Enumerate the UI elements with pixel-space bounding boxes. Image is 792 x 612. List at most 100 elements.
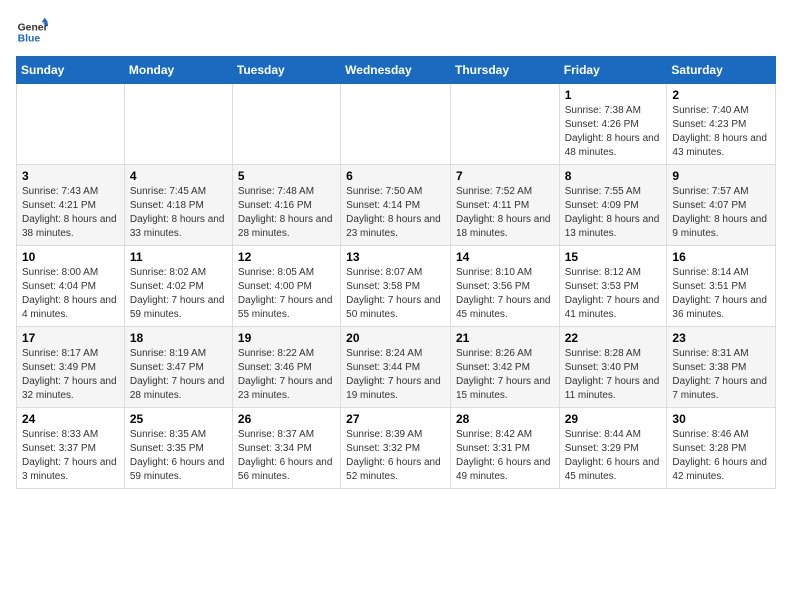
calendar-row-3: 10 Sunrise: 8:00 AMSunset: 4:04 PMDayligh… xyxy=(17,246,776,327)
calendar-table: Sunday Monday Tuesday Wednesday Thursday… xyxy=(16,56,776,489)
calendar-cell xyxy=(124,84,232,165)
calendar-cell: 27 Sunrise: 8:39 AMSunset: 3:32 PMDayligh… xyxy=(341,408,451,489)
calendar-cell: 10 Sunrise: 8:00 AMSunset: 4:04 PMDayligh… xyxy=(17,246,125,327)
header-tuesday: Tuesday xyxy=(232,57,340,84)
day-info: Sunrise: 8:24 AMSunset: 3:44 PMDaylight:… xyxy=(346,347,445,403)
day-number: 30 xyxy=(672,412,770,426)
day-number: 6 xyxy=(346,169,445,183)
logo-icon: General Blue xyxy=(16,16,48,48)
day-number: 7 xyxy=(456,169,554,183)
day-info: Sunrise: 8:37 AMSunset: 3:34 PMDaylight:… xyxy=(238,428,335,484)
day-number: 24 xyxy=(22,412,119,426)
day-number: 13 xyxy=(346,250,445,264)
day-info: Sunrise: 7:57 AMSunset: 4:07 PMDaylight:… xyxy=(672,185,770,241)
calendar-cell xyxy=(341,84,451,165)
day-number: 18 xyxy=(130,331,227,345)
day-info: Sunrise: 8:14 AMSunset: 3:51 PMDaylight:… xyxy=(672,266,770,322)
calendar-cell: 29 Sunrise: 8:44 AMSunset: 3:29 PMDayligh… xyxy=(559,408,667,489)
day-info: Sunrise: 8:44 AMSunset: 3:29 PMDaylight:… xyxy=(565,428,662,484)
day-number: 22 xyxy=(565,331,662,345)
header-monday: Monday xyxy=(124,57,232,84)
calendar-cell xyxy=(450,84,559,165)
day-info: Sunrise: 8:26 AMSunset: 3:42 PMDaylight:… xyxy=(456,347,554,403)
day-info: Sunrise: 7:50 AMSunset: 4:14 PMDaylight:… xyxy=(346,185,445,241)
calendar-cell: 11 Sunrise: 8:02 AMSunset: 4:02 PMDayligh… xyxy=(124,246,232,327)
calendar-row-2: 3 Sunrise: 7:43 AMSunset: 4:21 PMDaylight… xyxy=(17,165,776,246)
day-info: Sunrise: 8:10 AMSunset: 3:56 PMDaylight:… xyxy=(456,266,554,322)
day-info: Sunrise: 8:07 AMSunset: 3:58 PMDaylight:… xyxy=(346,266,445,322)
day-info: Sunrise: 7:43 AMSunset: 4:21 PMDaylight:… xyxy=(22,185,119,241)
header-saturday: Saturday xyxy=(667,57,776,84)
calendar-row-5: 24Sunrise: 8:33 AMSunset: 3:37 PMDayligh… xyxy=(17,408,776,489)
calendar-cell: 3 Sunrise: 7:43 AMSunset: 4:21 PMDaylight… xyxy=(17,165,125,246)
day-info: Sunrise: 8:17 AMSunset: 3:49 PMDaylight:… xyxy=(22,347,119,403)
calendar-cell: 6 Sunrise: 7:50 AMSunset: 4:14 PMDaylight… xyxy=(341,165,451,246)
calendar-cell: 16 Sunrise: 8:14 AMSunset: 3:51 PMDayligh… xyxy=(667,246,776,327)
day-info: Sunrise: 7:48 AMSunset: 4:16 PMDaylight:… xyxy=(238,185,335,241)
calendar-row-4: 17 Sunrise: 8:17 AMSunset: 3:49 PMDayligh… xyxy=(17,327,776,408)
day-number: 4 xyxy=(130,169,227,183)
day-number: 23 xyxy=(672,331,770,345)
day-number: 25 xyxy=(130,412,227,426)
day-number: 5 xyxy=(238,169,335,183)
day-number: 14 xyxy=(456,250,554,264)
day-number: 17 xyxy=(22,331,119,345)
day-number: 26 xyxy=(238,412,335,426)
day-number: 10 xyxy=(22,250,119,264)
header-sunday: Sunday xyxy=(17,57,125,84)
calendar-cell xyxy=(17,84,125,165)
day-info: Sunrise: 8:05 AMSunset: 4:00 PMDaylight:… xyxy=(238,266,335,322)
logo: General Blue xyxy=(16,16,48,48)
calendar-cell: 21 Sunrise: 8:26 AMSunset: 3:42 PMDayligh… xyxy=(450,327,559,408)
day-info: Sunrise: 8:19 AMSunset: 3:47 PMDaylight:… xyxy=(130,347,227,403)
calendar-cell: 1Sunrise: 7:38 AMSunset: 4:26 PMDaylight… xyxy=(559,84,667,165)
calendar-cell: 15 Sunrise: 8:12 AMSunset: 3:53 PMDayligh… xyxy=(559,246,667,327)
day-number: 8 xyxy=(565,169,662,183)
day-number: 21 xyxy=(456,331,554,345)
calendar-row-1: 1Sunrise: 7:38 AMSunset: 4:26 PMDaylight… xyxy=(17,84,776,165)
calendar-cell: 2 Sunrise: 7:40 AMSunset: 4:23 PMDaylight… xyxy=(667,84,776,165)
day-number: 28 xyxy=(456,412,554,426)
calendar-cell: 4Sunrise: 7:45 AMSunset: 4:18 PMDaylight… xyxy=(124,165,232,246)
day-info: Sunrise: 7:40 AMSunset: 4:23 PMDaylight:… xyxy=(672,104,770,160)
day-number: 15 xyxy=(565,250,662,264)
calendar-cell: 7 Sunrise: 7:52 AMSunset: 4:11 PMDaylight… xyxy=(450,165,559,246)
calendar-cell: 28 Sunrise: 8:42 AMSunset: 3:31 PMDayligh… xyxy=(450,408,559,489)
day-number: 20 xyxy=(346,331,445,345)
calendar-cell: 8 Sunrise: 7:55 AMSunset: 4:09 PMDaylight… xyxy=(559,165,667,246)
calendar-cell: 14 Sunrise: 8:10 AMSunset: 3:56 PMDayligh… xyxy=(450,246,559,327)
day-number: 3 xyxy=(22,169,119,183)
day-info: Sunrise: 8:22 AMSunset: 3:46 PMDaylight:… xyxy=(238,347,335,403)
calendar-cell: 19 Sunrise: 8:22 AMSunset: 3:46 PMDayligh… xyxy=(232,327,340,408)
calendar-body: 1Sunrise: 7:38 AMSunset: 4:26 PMDaylight… xyxy=(17,84,776,489)
day-info: Sunrise: 8:31 AMSunset: 3:38 PMDaylight:… xyxy=(672,347,770,403)
calendar-cell: 23 Sunrise: 8:31 AMSunset: 3:38 PMDayligh… xyxy=(667,327,776,408)
day-info: Sunrise: 7:52 AMSunset: 4:11 PMDaylight:… xyxy=(456,185,554,241)
svg-text:Blue: Blue xyxy=(18,34,41,45)
day-info: Sunrise: 8:42 AMSunset: 3:31 PMDaylight:… xyxy=(456,428,554,484)
calendar-cell: 9 Sunrise: 7:57 AMSunset: 4:07 PMDaylight… xyxy=(667,165,776,246)
day-number: 29 xyxy=(565,412,662,426)
day-info: Sunrise: 8:12 AMSunset: 3:53 PMDaylight:… xyxy=(565,266,662,322)
day-number: 1 xyxy=(565,88,662,102)
day-number: 27 xyxy=(346,412,445,426)
calendar-cell: 24Sunrise: 8:33 AMSunset: 3:37 PMDayligh… xyxy=(17,408,125,489)
day-info: Sunrise: 8:02 AMSunset: 4:02 PMDaylight:… xyxy=(130,266,227,322)
day-number: 9 xyxy=(672,169,770,183)
day-info: Sunrise: 8:00 AMSunset: 4:04 PMDaylight:… xyxy=(22,266,119,322)
day-number: 11 xyxy=(130,250,227,264)
calendar-cell: 20 Sunrise: 8:24 AMSunset: 3:44 PMDayligh… xyxy=(341,327,451,408)
day-number: 2 xyxy=(672,88,770,102)
day-info: Sunrise: 7:55 AMSunset: 4:09 PMDaylight:… xyxy=(565,185,662,241)
calendar-cell: 13 Sunrise: 8:07 AMSunset: 3:58 PMDayligh… xyxy=(341,246,451,327)
day-number: 16 xyxy=(672,250,770,264)
calendar-cell: 18 Sunrise: 8:19 AMSunset: 3:47 PMDayligh… xyxy=(124,327,232,408)
calendar-cell: 22Sunrise: 8:28 AMSunset: 3:40 PMDayligh… xyxy=(559,327,667,408)
calendar-cell: 17 Sunrise: 8:17 AMSunset: 3:49 PMDayligh… xyxy=(17,327,125,408)
calendar-cell: 30Sunrise: 8:46 AMSunset: 3:28 PMDayligh… xyxy=(667,408,776,489)
day-number: 19 xyxy=(238,331,335,345)
header-thursday: Thursday xyxy=(450,57,559,84)
day-info: Sunrise: 8:39 AMSunset: 3:32 PMDaylight:… xyxy=(346,428,445,484)
day-info: Sunrise: 8:35 AMSunset: 3:35 PMDaylight:… xyxy=(130,428,227,484)
header-wednesday: Wednesday xyxy=(341,57,451,84)
